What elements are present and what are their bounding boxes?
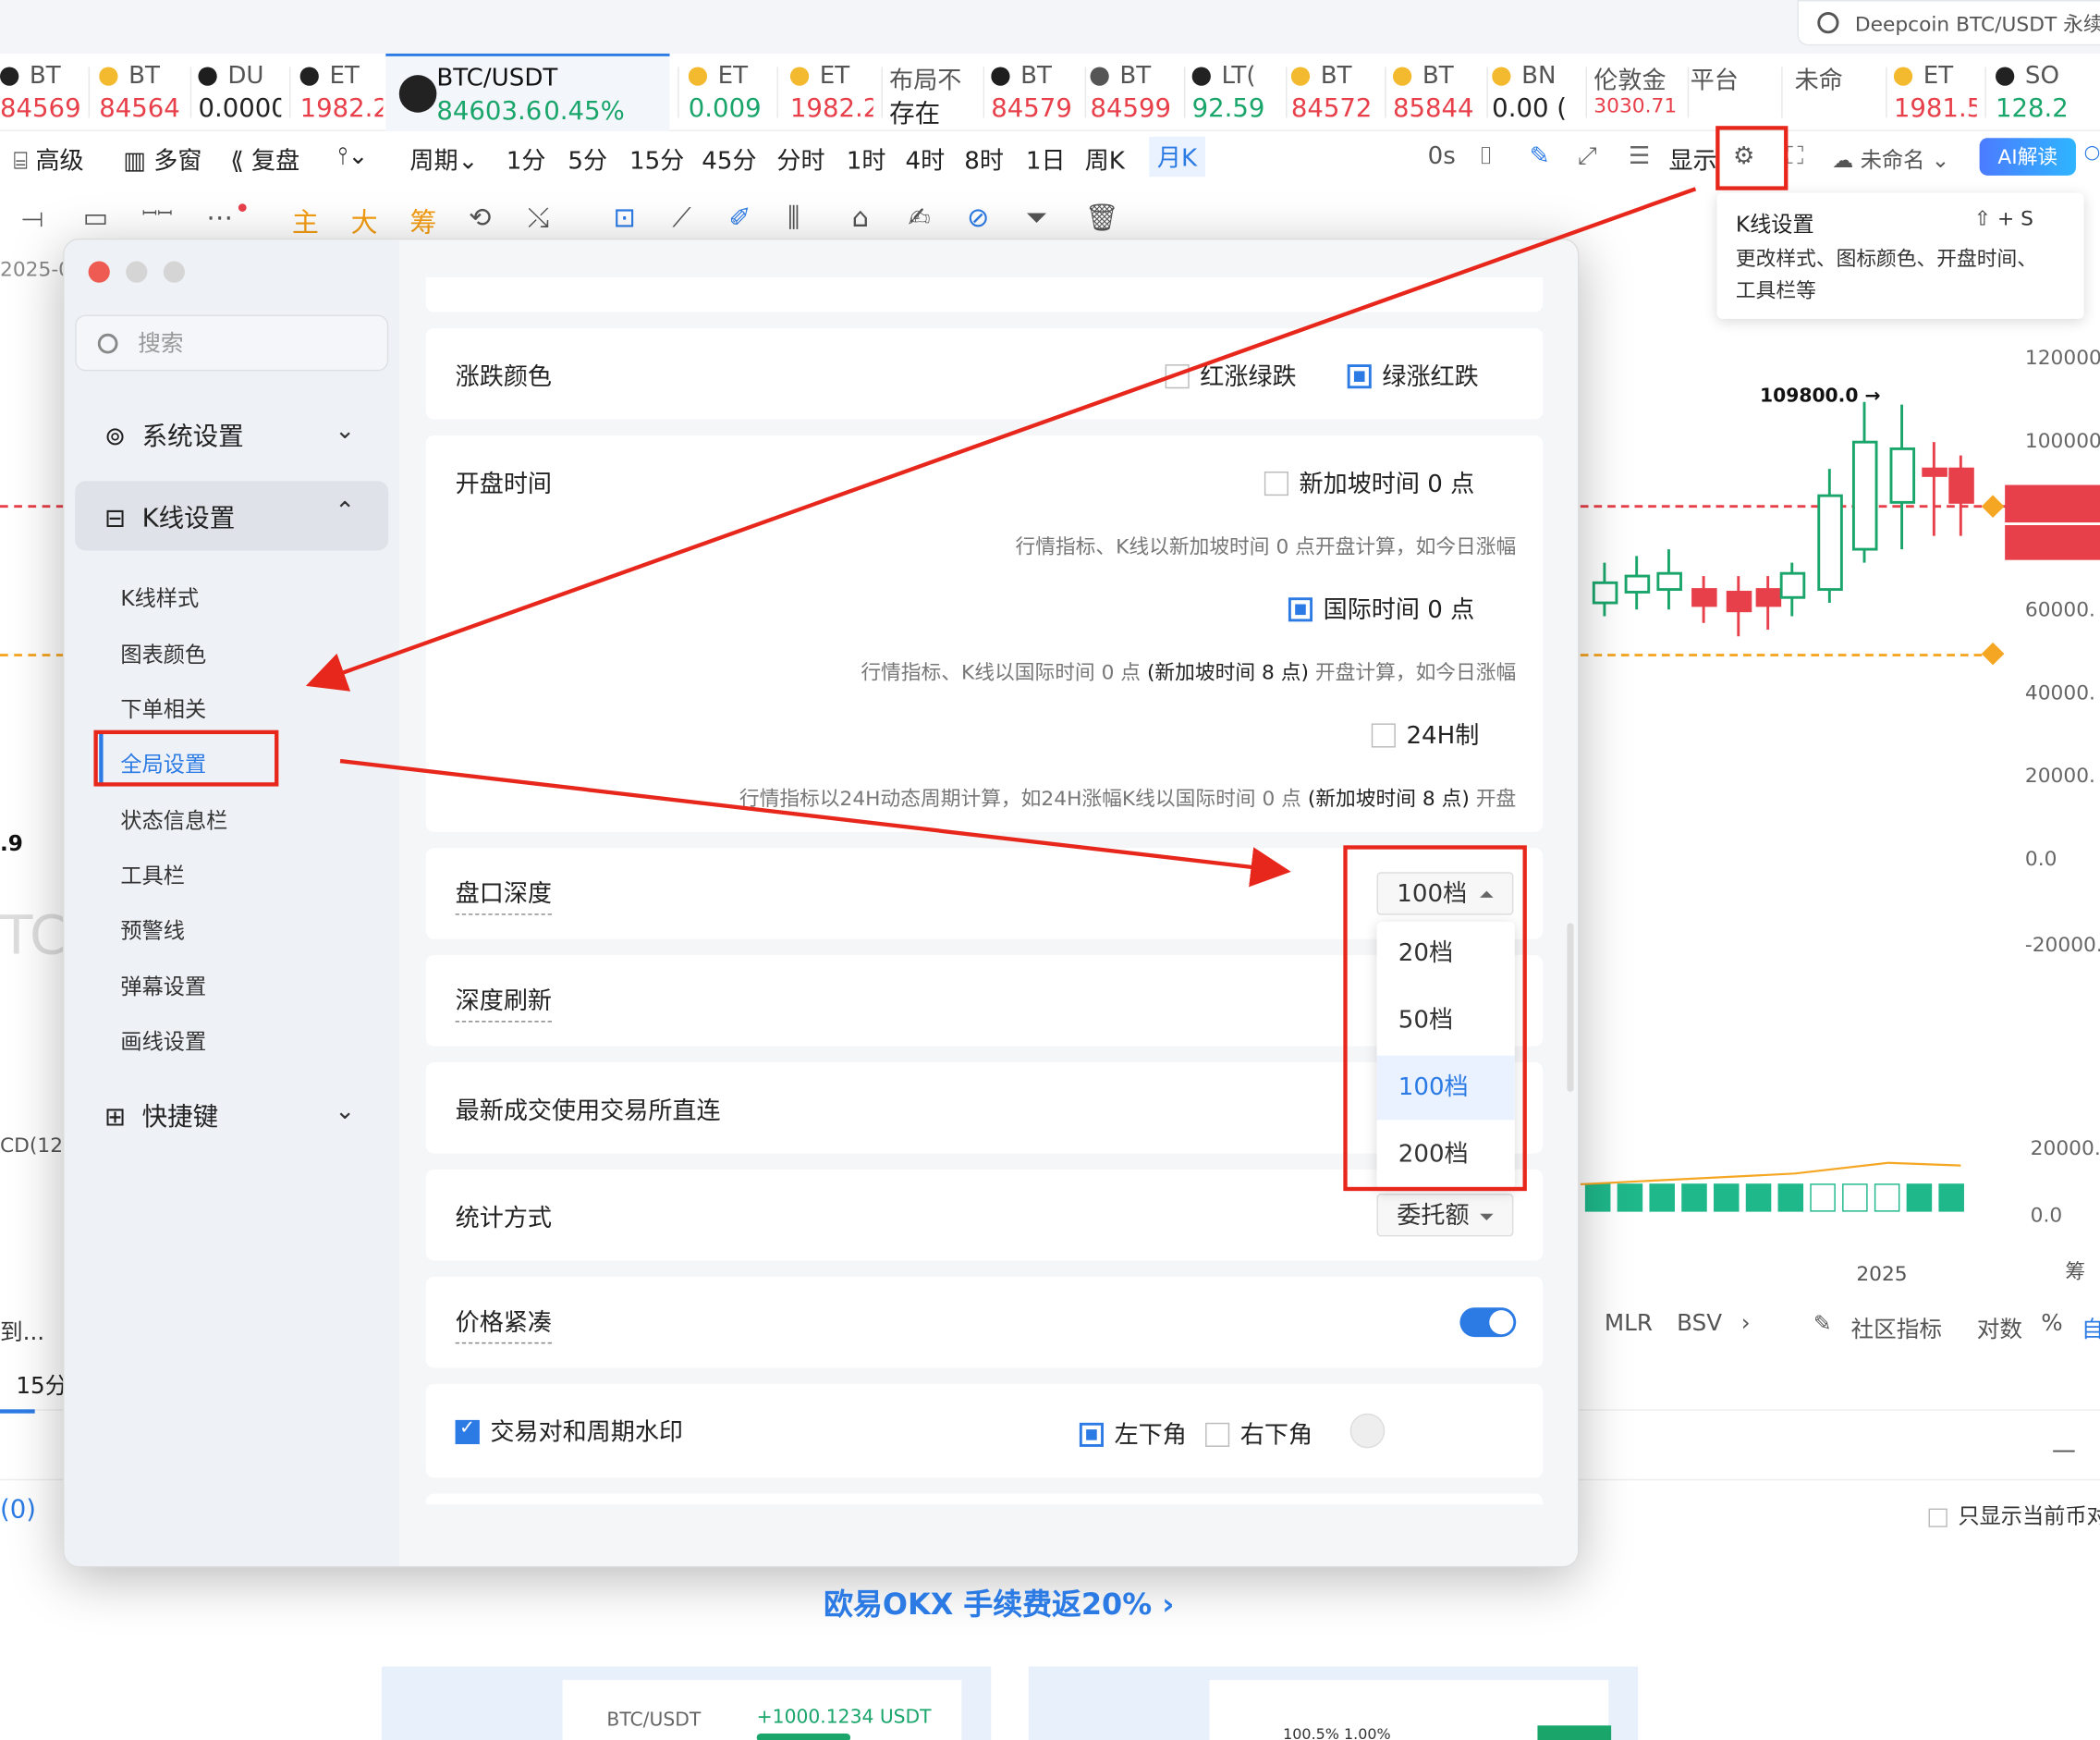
promo-card-left[interactable]: BTC/USDT +1000.1234 USDT (381, 1666, 992, 1740)
card-amount: +1000.1234 USDT (756, 1707, 932, 1729)
card-pair: BTC/USDT (606, 1709, 702, 1732)
card-progress (756, 1734, 851, 1740)
promo-banner[interactable]: 欧易OKX 手续费返20% › (824, 1581, 1174, 1624)
annotation-arrows (305, 187, 1697, 888)
promo-card-right[interactable]: 100.5% 1.00% (1028, 1666, 1639, 1740)
card-pct: 100.5% 1.00% (1283, 1725, 1391, 1740)
